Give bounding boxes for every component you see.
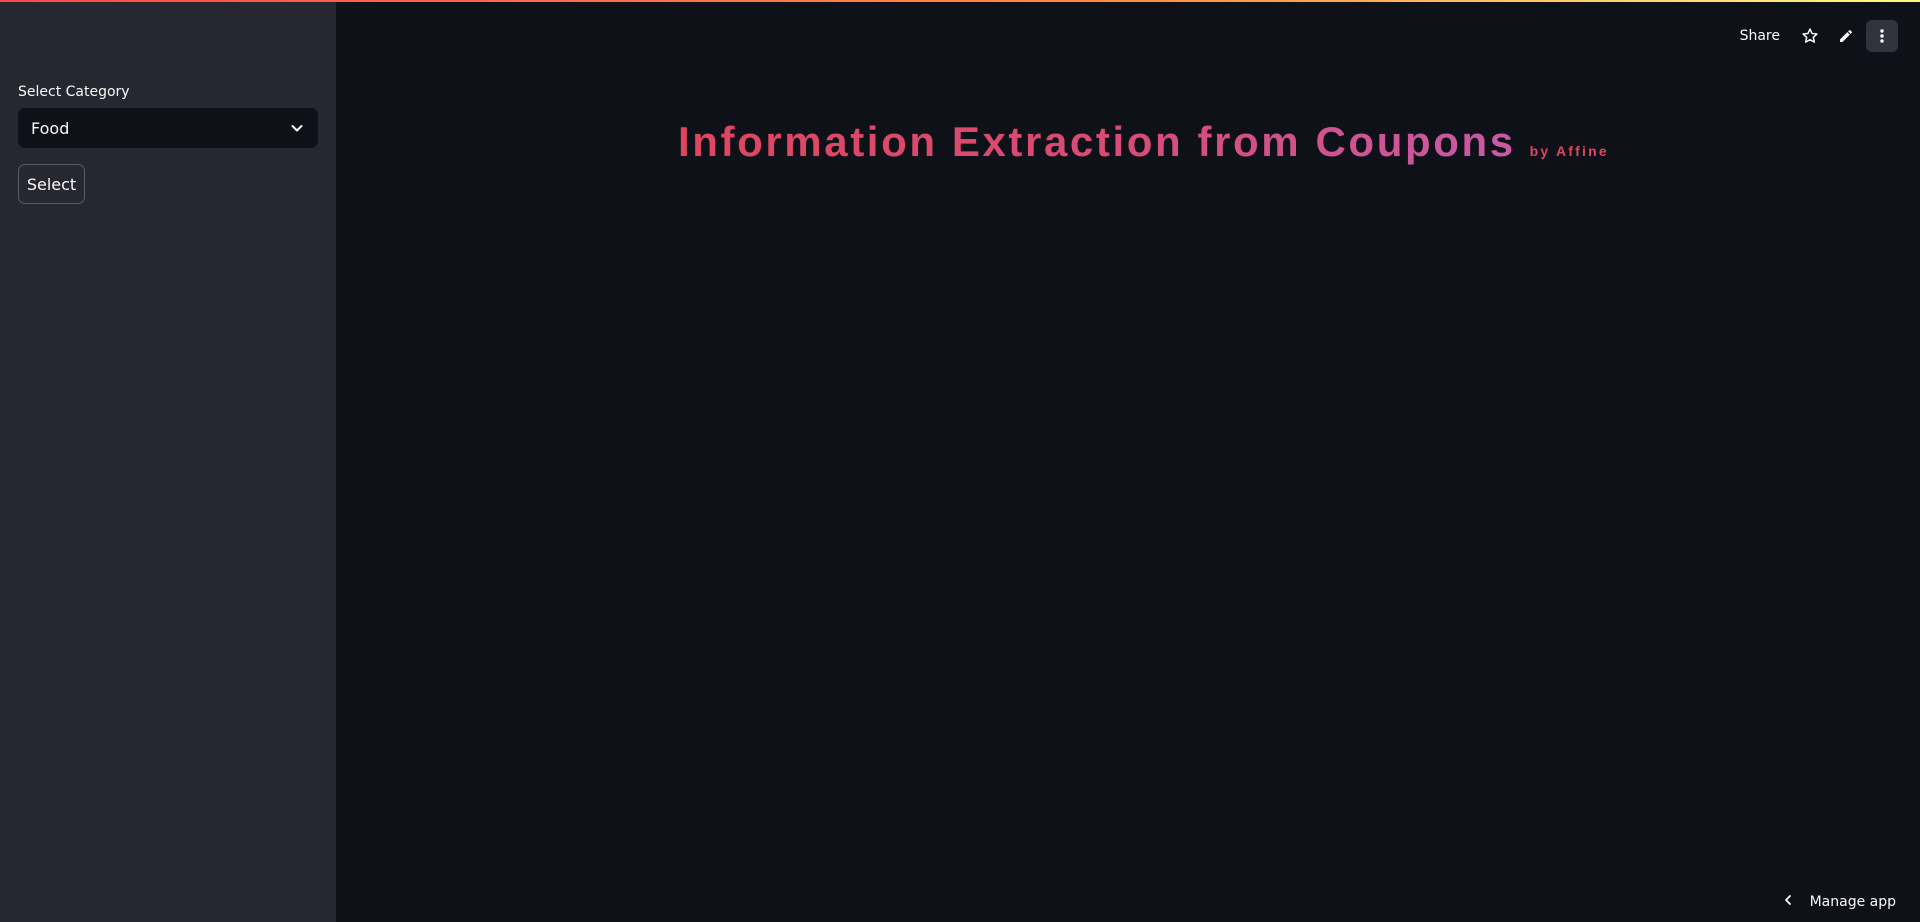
manage-app-label: Manage app [1809,894,1896,910]
chevron-left-icon [1782,894,1794,910]
category-dropdown-value: Food [31,118,70,138]
more-vertical-icon[interactable] [1866,20,1898,52]
top-gradient-bar [0,0,1920,2]
app-root: Select Category Food Select Share Inform… [0,0,1920,922]
select-button[interactable]: Select [18,164,85,204]
sidebar: Select Category Food Select [0,0,336,922]
manage-app-button[interactable]: Manage app [1782,894,1896,910]
byline: by Affine [1529,143,1609,159]
pencil-icon[interactable] [1830,20,1862,52]
star-icon[interactable] [1794,20,1826,52]
page-title: Information Extraction from Coupons [678,118,1516,165]
chevron-down-icon [290,121,304,135]
category-dropdown[interactable]: Food [18,108,318,148]
share-button[interactable]: Share [1730,20,1790,52]
select-category-label: Select Category [18,84,130,100]
header-toolbar: Share [1730,20,1898,52]
page-header: Information Extraction from Coupons by A… [678,118,1609,166]
